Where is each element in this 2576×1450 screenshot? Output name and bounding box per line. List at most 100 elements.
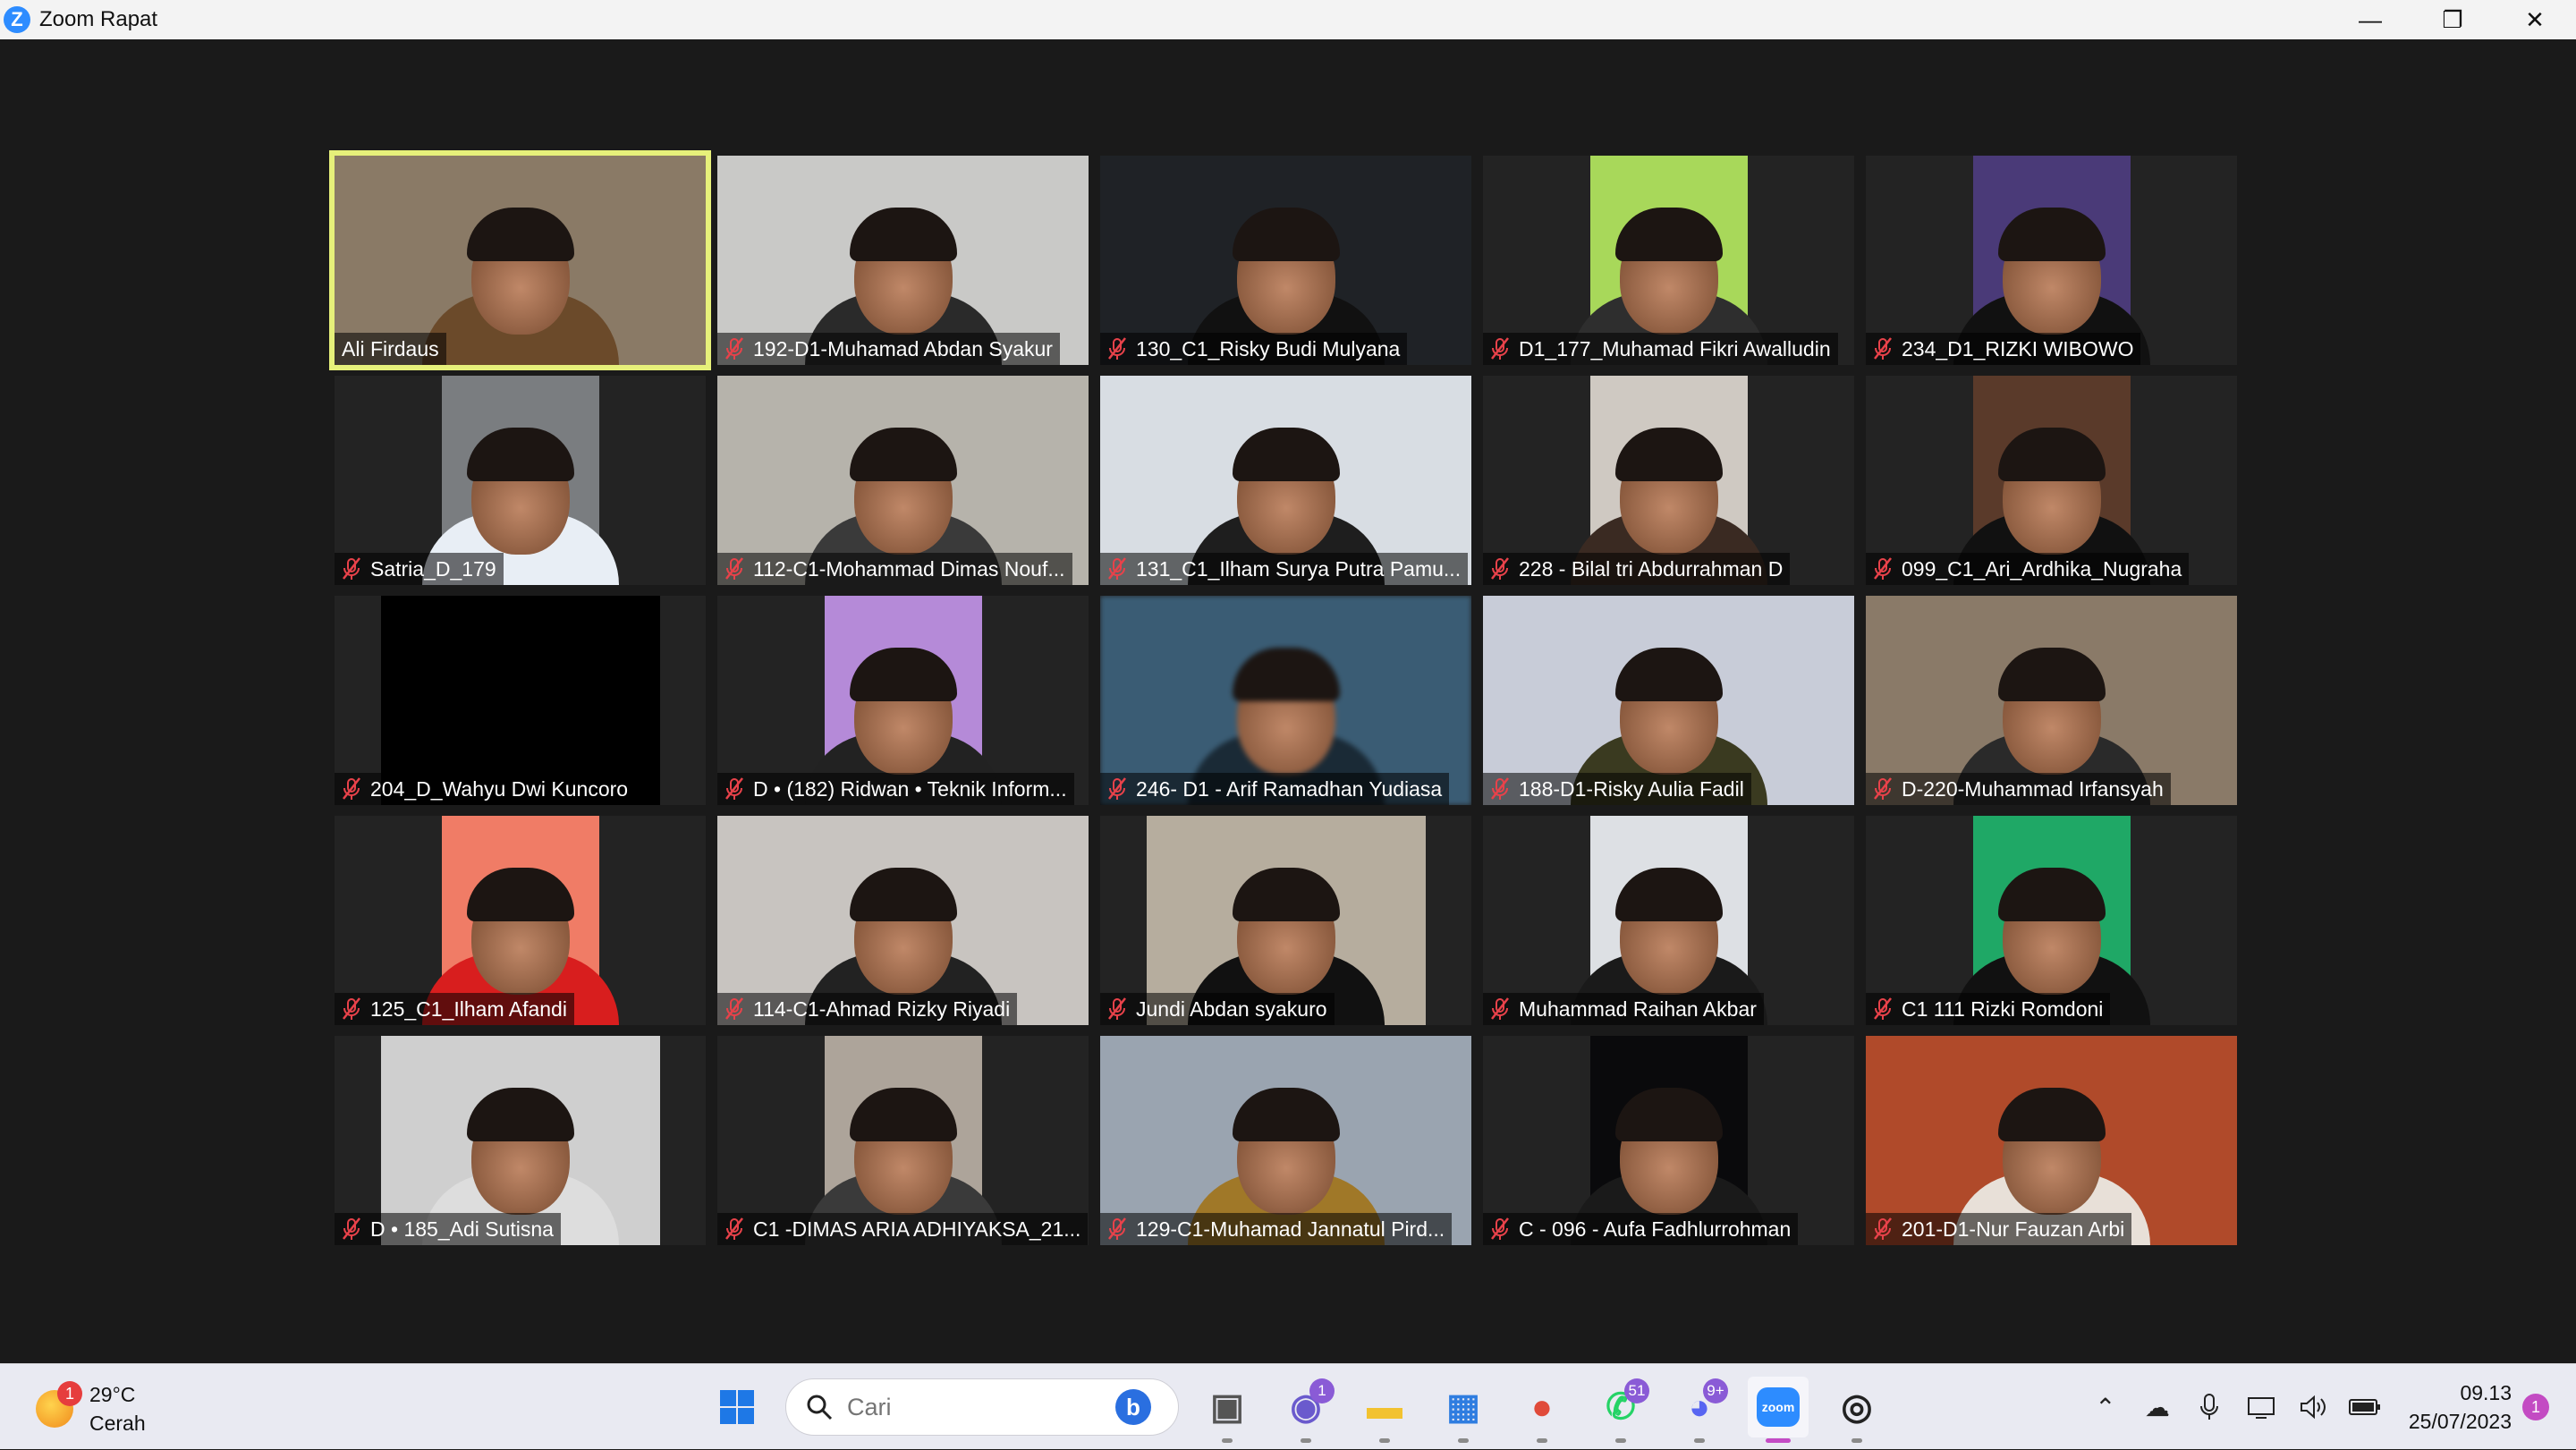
participant-name: 129-C1-Muhamad Jannatul Pird... [1136, 1217, 1445, 1241]
participant-nameplate: 125_C1_Ilham Afandi [335, 993, 574, 1025]
taskbar-apps: b ▣ ◉1 ▬ ▦ ● ✆51 ◕9+ zoom ◎ [707, 1377, 1905, 1443]
obs-icon: ◎ [1841, 1387, 1873, 1427]
participant-tile[interactable]: D-220-Muhammad Irfansyah [1866, 596, 2237, 805]
participant-nameplate: D1_177_Muhamad Fikri Awalludin [1483, 333, 1838, 365]
search-icon [807, 1395, 833, 1420]
microphone-icon[interactable] [2183, 1381, 2235, 1433]
zoom-taskbar-button[interactable]: zoom [1748, 1377, 1809, 1443]
teams-chat-taskbar-button[interactable]: ◉ 1 [1275, 1377, 1336, 1443]
participant-tile[interactable]: 234_D1_RIZKI WIBOWO [1866, 156, 2237, 365]
chrome-taskbar-button[interactable]: ● [1512, 1377, 1572, 1443]
mic-muted-icon [342, 777, 361, 801]
weather-widget[interactable]: 1 29°C Cerah [36, 1380, 146, 1437]
participant-hair [1614, 868, 1723, 921]
participant-tile[interactable]: 201-D1-Nur Fauzan Arbi [1866, 1036, 2237, 1245]
participant-nameplate: Jundi Abdan syakuro [1100, 993, 1335, 1025]
search-bar[interactable]: b [785, 1378, 1179, 1436]
running-indicator [1694, 1438, 1705, 1443]
participant-hair [1997, 208, 2106, 261]
participant-nameplate: Satria_D_179 [335, 553, 504, 585]
participant-hair [849, 648, 957, 701]
whatsapp-taskbar-button[interactable]: ✆ 51 [1590, 1377, 1651, 1443]
weather-condition: Cerah [89, 1412, 146, 1435]
participant-nameplate: 201-D1-Nur Fauzan Arbi [1866, 1213, 2132, 1245]
participant-nameplate: 192-D1-Muhamad Abdan Syakur [717, 333, 1060, 365]
participant-tile[interactable]: Ali Firdaus [329, 150, 711, 370]
notification-badge[interactable]: 1 [2522, 1394, 2549, 1420]
participant-tile[interactable]: D • 185_Adi Sutisna [335, 1036, 706, 1245]
clock[interactable]: 09.13 25/07/2023 [2409, 1378, 2512, 1436]
start-button[interactable] [707, 1377, 767, 1437]
participant-nameplate: D • (182) Ridwan • Teknik Inform... [717, 773, 1074, 805]
close-button[interactable]: ✕ [2494, 0, 2576, 39]
participant-tile[interactable]: 228 - Bilal tri Abdurrahman D [1483, 376, 1854, 585]
mic-muted-icon [1490, 997, 1510, 1021]
participant-hair [849, 428, 957, 481]
participant-name: D • 185_Adi Sutisna [370, 1217, 554, 1241]
participant-tile[interactable]: 246- D1 - Arif Ramadhan Yudiasa [1100, 596, 1471, 805]
participant-tile[interactable]: Jundi Abdan syakuro [1100, 816, 1471, 1025]
participant-nameplate: 234_D1_RIZKI WIBOWO [1866, 333, 2141, 365]
participant-hair [1997, 1088, 2106, 1141]
window-controls: — ❐ ✕ [2329, 0, 2576, 39]
mic-muted-icon [724, 997, 744, 1021]
participant-tile[interactable]: C1 111 Rizki Romdoni [1866, 816, 2237, 1025]
participant-tile[interactable]: 204_D_Wahyu Dwi Kuncoro [335, 596, 706, 805]
participant-hair [466, 208, 574, 261]
participant-tile[interactable]: D • (182) Ridwan • Teknik Inform... [717, 596, 1089, 805]
participant-tile[interactable]: 130_C1_Risky Budi Mulyana [1100, 156, 1471, 365]
participant-name: 204_D_Wahyu Dwi Kuncoro [370, 776, 629, 801]
file-explorer-taskbar-button[interactable]: ▬ [1354, 1377, 1415, 1443]
discord-taskbar-button[interactable]: ◕ 9+ [1669, 1377, 1730, 1443]
participant-hair [466, 868, 574, 921]
participant-tile[interactable]: D1_177_Muhamad Fikri Awalludin [1483, 156, 1854, 365]
participant-tile[interactable]: 112-C1-Mohammad Dimas Nouf... [717, 376, 1089, 585]
minimize-button[interactable]: — [2329, 0, 2411, 39]
mic-muted-icon [1873, 1217, 1893, 1241]
mic-muted-icon [1490, 777, 1510, 801]
participant-nameplate: 130_C1_Risky Budi Mulyana [1100, 333, 1408, 365]
participant-tile[interactable]: C1 -DIMAS ARIA ADHIYAKSA_21... [717, 1036, 1089, 1245]
restore-button[interactable]: ❐ [2411, 0, 2494, 39]
participant-nameplate: 112-C1-Mohammad Dimas Nouf... [717, 553, 1072, 585]
show-hidden-icons-chevron-icon[interactable]: ⌃ [2080, 1381, 2131, 1433]
participant-name: 099_C1_Ari_Ardhika_Nugraha [1902, 556, 2182, 581]
participant-tile[interactable]: Muhammad Raihan Akbar [1483, 816, 1854, 1025]
microsoft-store-taskbar-button[interactable]: ▦ [1433, 1377, 1494, 1443]
participant-tile[interactable]: 131_C1_Ilham Surya Putra Pamu... [1100, 376, 1471, 585]
mic-muted-icon [342, 997, 361, 1021]
mic-muted-icon [1873, 997, 1893, 1021]
network-icon[interactable] [2235, 1381, 2287, 1433]
participant-nameplate: C1 111 Rizki Romdoni [1866, 993, 2111, 1025]
participant-tile[interactable]: 192-D1-Muhamad Abdan Syakur [717, 156, 1089, 365]
battery-icon[interactable] [2339, 1381, 2391, 1433]
participant-hair [1614, 1088, 1723, 1141]
participant-tile[interactable]: 129-C1-Muhamad Jannatul Pird... [1100, 1036, 1471, 1245]
mic-muted-icon [1107, 997, 1127, 1021]
participant-hair [1232, 868, 1340, 921]
participant-name: Satria_D_179 [370, 556, 496, 581]
participant-name: C - 096 - Aufa Fadhlurrohman [1519, 1217, 1792, 1241]
participant-nameplate: 188-D1-Risky Aulia Fadil [1483, 773, 1751, 805]
volume-icon[interactable] [2287, 1381, 2339, 1433]
mic-muted-icon [1873, 777, 1893, 801]
task-view-taskbar-button[interactable]: ▣ [1197, 1377, 1258, 1443]
running-indicator [1301, 1438, 1311, 1443]
bing-icon[interactable]: b [1115, 1389, 1151, 1425]
participant-name: Ali Firdaus [342, 336, 439, 360]
participant-tile[interactable]: 188-D1-Risky Aulia Fadil [1483, 596, 1854, 805]
obs-taskbar-button[interactable]: ◎ [1826, 1377, 1887, 1443]
participant-nameplate: 228 - Bilal tri Abdurrahman D [1483, 553, 1791, 585]
running-indicator [1852, 1438, 1862, 1443]
participant-tile[interactable]: C - 096 - Aufa Fadhlurrohman [1483, 1036, 1854, 1245]
participant-nameplate: 099_C1_Ari_Ardhika_Nugraha [1866, 553, 2190, 585]
participant-name: 114-C1-Ahmad Rizky Riyadi [753, 996, 1011, 1021]
participant-tile[interactable]: Satria_D_179 [335, 376, 706, 585]
search-input[interactable] [847, 1393, 1115, 1421]
participant-tile[interactable]: 125_C1_Ilham Afandi [335, 816, 706, 1025]
mic-muted-icon [1873, 337, 1893, 360]
participant-tile[interactable]: 114-C1-Ahmad Rizky Riyadi [717, 816, 1089, 1025]
participant-tile[interactable]: 099_C1_Ari_Ardhika_Nugraha [1866, 376, 2237, 585]
onedrive-cloud-icon[interactable]: ☁ [2131, 1381, 2183, 1433]
taskbar: 1 29°C Cerah b ▣ ◉1 ▬ ▦ ● ✆51 ◕9+ zoom ◎ ⌃ ☁ [0, 1363, 2576, 1449]
